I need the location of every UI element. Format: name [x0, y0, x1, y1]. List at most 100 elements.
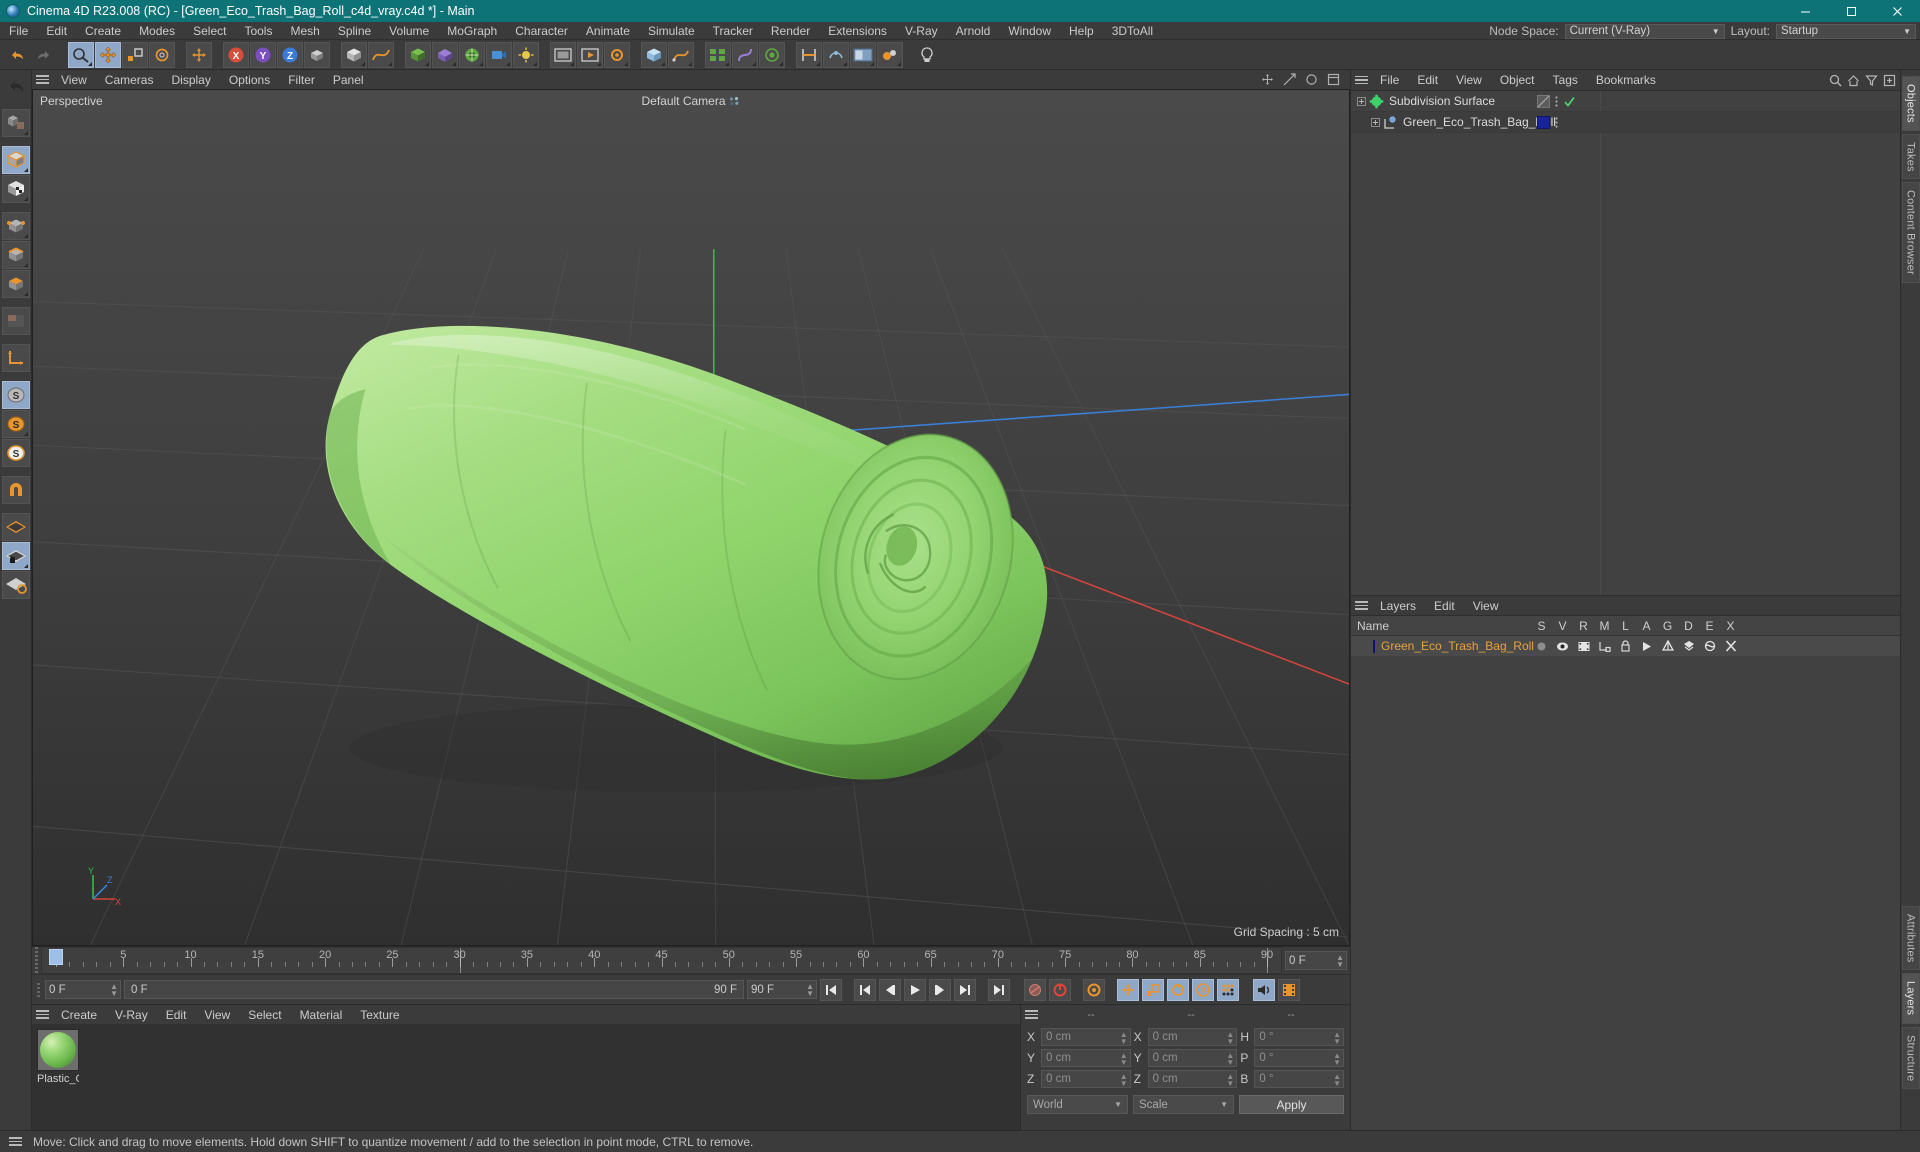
vtab-structure[interactable]: Structure: [1901, 1026, 1920, 1089]
primitive-cube-button[interactable]: [641, 41, 667, 68]
align-workplane-button[interactable]: [1, 571, 30, 599]
live-selection-tool[interactable]: [68, 41, 94, 68]
menu-window[interactable]: Window: [999, 22, 1060, 40]
viewport-hamburger-icon[interactable]: [32, 70, 52, 89]
vtab-objects[interactable]: Objects: [1901, 76, 1920, 131]
position-key-button[interactable]: [1117, 978, 1139, 1001]
interface-layout-button[interactable]: [850, 41, 876, 68]
expand-icon[interactable]: [1357, 96, 1366, 106]
add-spline-button[interactable]: [368, 41, 394, 68]
menu-tools[interactable]: Tools: [235, 22, 281, 40]
add-generator-button[interactable]: [405, 41, 431, 68]
step-forward-button[interactable]: [929, 978, 951, 1001]
stepper-icon[interactable]: ▲ ▼: [1226, 1031, 1234, 1046]
viewport-move-icon[interactable]: [1261, 73, 1274, 86]
menu-arnold[interactable]: Arnold: [947, 22, 1000, 40]
layer-lock-toggle[interactable]: [1615, 640, 1636, 652]
go-to-start-button[interactable]: [820, 978, 842, 1001]
play-button[interactable]: [904, 978, 926, 1001]
menu-volume[interactable]: Volume: [380, 22, 438, 40]
end-frame-field[interactable]: 90 F ▲ ▼: [747, 980, 817, 999]
timeline-playhead[interactable]: [49, 949, 63, 965]
stepper-icon[interactable]: ▲ ▼: [1120, 1031, 1128, 1046]
transport-grip[interactable]: [35, 979, 42, 1000]
add-environment-button[interactable]: [459, 41, 485, 68]
layout-select[interactable]: Startup ▼: [1776, 23, 1916, 39]
position-y-input[interactable]: 0 cm ▲ ▼: [1041, 1049, 1131, 1067]
layer-generators-toggle[interactable]: [1657, 640, 1678, 652]
timeline-track[interactable]: 051015202530354045505560657075808590: [41, 947, 1282, 974]
menu-render[interactable]: Render: [762, 22, 819, 40]
menu-help[interactable]: Help: [1060, 22, 1103, 40]
parameter-key-button[interactable]: P: [1192, 978, 1214, 1001]
viewport-menu-panel[interactable]: Panel: [324, 73, 373, 87]
deformer-bend-button[interactable]: [732, 41, 758, 68]
rotation-h-input[interactable]: 0 ° ▲ ▼: [1254, 1028, 1345, 1046]
magnet-tool-button[interactable]: [1, 476, 30, 504]
viewport-menu-filter[interactable]: Filter: [279, 73, 324, 87]
content-browser-button[interactable]: [877, 41, 903, 68]
layer-solo-toggle[interactable]: [1531, 641, 1552, 652]
timeline-frame-field[interactable]: 0 F ▲ ▼: [1285, 951, 1347, 970]
scale-key-button[interactable]: [1142, 978, 1164, 1001]
object-menu-tags[interactable]: Tags: [1544, 73, 1587, 87]
scale-tool[interactable]: [122, 41, 148, 68]
menu-select[interactable]: Select: [184, 22, 235, 40]
redo-button[interactable]: [31, 42, 57, 68]
layer-xref-toggle[interactable]: [1720, 640, 1741, 652]
size-z-input[interactable]: 0 cm ▲ ▼: [1147, 1070, 1238, 1088]
close-button[interactable]: [1874, 0, 1920, 22]
stepper-icon[interactable]: ▲ ▼: [1333, 1052, 1341, 1067]
lock-x-axis-button[interactable]: X: [223, 41, 249, 68]
current-frame-field[interactable]: 0 F ▲ ▼: [45, 980, 121, 999]
size-x-input[interactable]: 0 cm ▲ ▼: [1147, 1028, 1238, 1046]
axis-mode-button[interactable]: [1, 344, 30, 372]
material-menu-material[interactable]: Material: [291, 1008, 352, 1022]
render-settings-button[interactable]: [604, 41, 630, 68]
add-cube-object-button[interactable]: [341, 41, 367, 68]
stepper-icon[interactable]: ▲ ▼: [1226, 1052, 1234, 1067]
enable-snapping-button[interactable]: S: [1, 410, 30, 438]
menu-character[interactable]: Character: [506, 22, 577, 40]
coordinate-system-select[interactable]: World ▼: [1027, 1095, 1128, 1114]
vtab-attributes[interactable]: Attributes: [1901, 905, 1920, 971]
menu-vray[interactable]: V-Ray: [896, 22, 947, 40]
layer-color-swatch[interactable]: [1373, 639, 1375, 653]
world-object-coordinate-button[interactable]: [304, 41, 330, 68]
stepper-icon[interactable]: ▲ ▼: [1333, 1031, 1341, 1046]
keyframe-settings-button[interactable]: [1083, 978, 1105, 1001]
size-y-input[interactable]: 0 cm ▲ ▼: [1147, 1049, 1238, 1067]
menu-animate[interactable]: Animate: [577, 22, 639, 40]
stepper-icon[interactable]: ▲ ▼: [1120, 1073, 1128, 1088]
record-active-objects-button[interactable]: [1024, 978, 1046, 1001]
rotation-key-button[interactable]: [1167, 978, 1189, 1001]
undo-view-button[interactable]: [2, 72, 30, 100]
stepper-icon[interactable]: ▲ ▼: [1333, 1073, 1341, 1088]
material-menu-create[interactable]: Create: [52, 1008, 106, 1022]
object-menu-object[interactable]: Object: [1491, 73, 1544, 87]
go-to-next-key-button[interactable]: [954, 978, 976, 1001]
menu-3dtoall[interactable]: 3DToAll: [1103, 22, 1162, 40]
filter-icon[interactable]: [1865, 74, 1878, 87]
texture-mode-button[interactable]: [1, 175, 30, 203]
material-menu-view[interactable]: View: [195, 1008, 239, 1022]
vtab-takes[interactable]: Takes: [1901, 133, 1920, 180]
coordinates-hamburger-icon[interactable]: [1021, 1005, 1041, 1024]
coordinate-mode-select[interactable]: Scale ▼: [1133, 1095, 1234, 1114]
rotate-tool[interactable]: [149, 41, 175, 68]
object-row-subdivision-surface[interactable]: Subdivision Surface: [1351, 91, 1900, 112]
stepper-icon[interactable]: ▲ ▼: [806, 983, 814, 998]
menu-tracker[interactable]: Tracker: [704, 22, 762, 40]
viewport-menu-cameras[interactable]: Cameras: [96, 73, 163, 87]
polygon-mode-button[interactable]: [1, 270, 30, 298]
stepper-icon[interactable]: ▲ ▼: [1226, 1073, 1234, 1088]
apply-button[interactable]: Apply: [1239, 1095, 1344, 1114]
render-view-button[interactable]: [550, 41, 576, 68]
rotation-b-input[interactable]: 0 ° ▲ ▼: [1254, 1070, 1345, 1088]
viewport-rotate-icon[interactable]: [1305, 73, 1318, 86]
undo-button[interactable]: [4, 42, 30, 68]
layer-menu-layers[interactable]: Layers: [1371, 599, 1425, 613]
object-manager-hamburger-icon[interactable]: [1351, 71, 1371, 90]
add-camera-button[interactable]: [486, 41, 512, 68]
frame-range-field[interactable]: 0 F 90 F: [124, 980, 744, 999]
